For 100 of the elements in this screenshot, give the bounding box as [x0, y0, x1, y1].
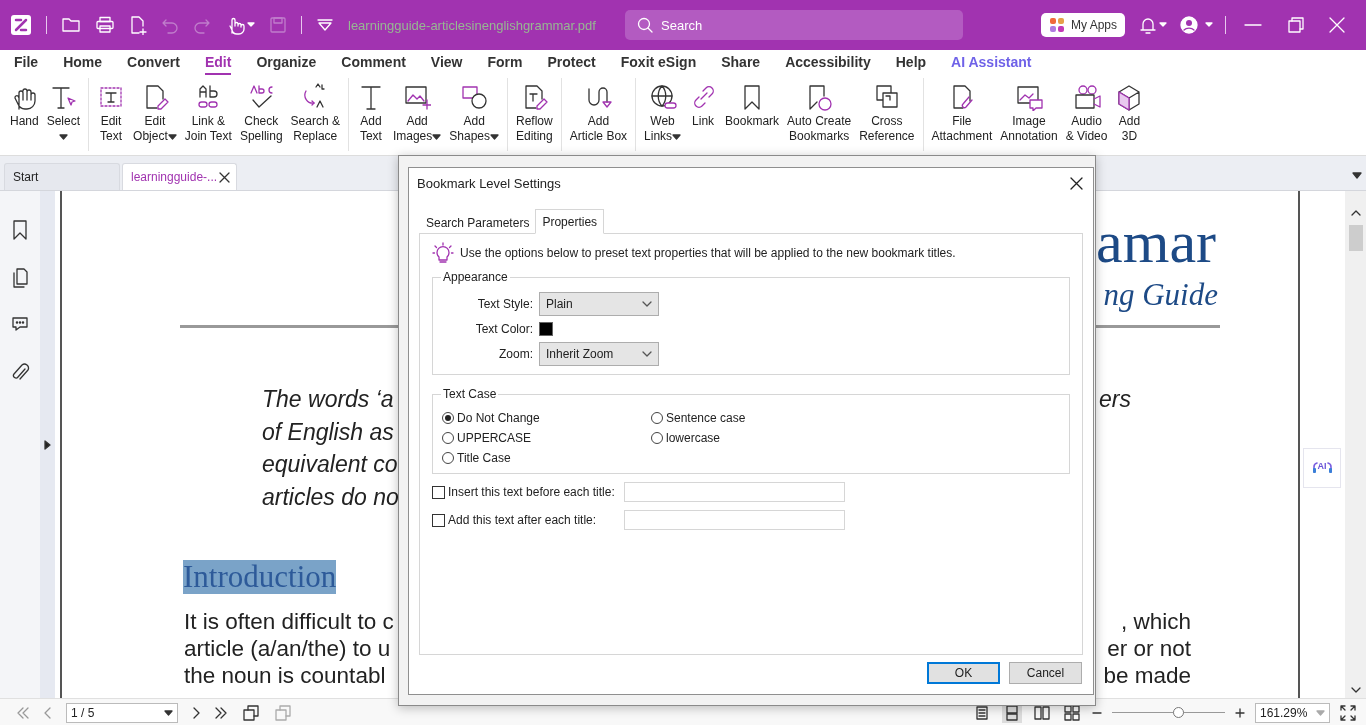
- caret-icon: [1316, 709, 1325, 716]
- fullscreen-icon[interactable]: [1340, 704, 1356, 721]
- checkbox[interactable]: [432, 485, 445, 499]
- bookmark-icon[interactable]: [11, 219, 29, 241]
- dropdown-icon[interactable]: [316, 18, 334, 32]
- previous-page-icon[interactable]: [44, 706, 52, 719]
- tool-button[interactable]: Link: [686, 81, 721, 131]
- field-label: Zoom:: [498, 347, 533, 361]
- zoom-in-icon[interactable]: [1235, 707, 1245, 718]
- continuous-page-icon: [1004, 704, 1020, 721]
- chevron-down-icon: [642, 351, 652, 357]
- text-field[interactable]: [624, 510, 845, 530]
- two-page-icon: [1034, 704, 1050, 721]
- radio-option[interactable]: Do Not Change: [442, 411, 651, 425]
- expand-icon[interactable]: [44, 439, 51, 450]
- menu-tab[interactable]: File: [14, 51, 39, 75]
- user-icon[interactable]: [1179, 15, 1213, 35]
- tool-button[interactable]: File Attachment: [928, 81, 996, 146]
- folder-icon[interactable]: [61, 16, 81, 34]
- tool-button[interactable]: Add Shapes: [446, 81, 502, 146]
- tool-button[interactable]: Add 3D: [1112, 81, 1147, 146]
- menu-tab[interactable]: Organize: [256, 51, 317, 75]
- search-icon: [637, 17, 653, 33]
- tool-button[interactable]: Add Images: [389, 81, 445, 146]
- menu-tab[interactable]: Protect: [547, 51, 596, 75]
- tool-button[interactable]: Link & Join Text: [181, 81, 235, 146]
- tool-button[interactable]: Cross Reference: [856, 81, 918, 146]
- tool-button[interactable]: Hand: [7, 81, 42, 131]
- menu-tab[interactable]: Convert: [127, 51, 180, 75]
- scrollbar[interactable]: [1345, 191, 1366, 698]
- grid-page-icon: [1064, 704, 1080, 721]
- tool-button[interactable]: Edit Object: [130, 81, 180, 146]
- close-icon[interactable]: [219, 171, 230, 183]
- text-line: , which: [1120, 608, 1191, 635]
- tool-button[interactable]: Image Annotation: [997, 81, 1061, 146]
- dialog-button[interactable]: OK: [927, 662, 1000, 684]
- tool-button[interactable]: Add Text: [353, 81, 388, 146]
- chevron-down-icon: [642, 301, 652, 307]
- document-tab[interactable]: learningguide-...: [122, 163, 237, 190]
- hint-text: Use the options below to preset text properties that will be applied to the new bookmark titles.: [460, 246, 956, 260]
- tool-button[interactable]: Search & Replace: [287, 81, 343, 146]
- text-field[interactable]: [624, 482, 845, 502]
- text-line: It is often difficult to c: [184, 608, 394, 635]
- menu-tab[interactable]: Form: [487, 51, 523, 75]
- radio-option[interactable]: UPPERCASE: [442, 431, 651, 445]
- shapes-icon: [460, 83, 489, 111]
- my-apps-button[interactable]: My Apps: [1040, 13, 1125, 37]
- scroll-up-icon[interactable]: [1350, 209, 1361, 217]
- radio-option[interactable]: Sentence case: [651, 411, 1069, 425]
- tool-button[interactable]: Reflow Editing: [513, 81, 556, 146]
- radio-option[interactable]: Title Case: [442, 451, 651, 465]
- field-label: Text Color:: [474, 322, 533, 336]
- text-line: articles do no: [262, 482, 399, 512]
- first-page-icon[interactable]: [16, 706, 30, 719]
- menu-tab[interactable]: Home: [63, 51, 103, 75]
- lightbulb-icon: [432, 242, 454, 264]
- dialog-tab[interactable]: Properties: [535, 209, 605, 234]
- last-page-icon[interactable]: [214, 706, 228, 719]
- dialog-button[interactable]: Cancel: [1009, 662, 1082, 684]
- text-line: equivalent co: [262, 450, 398, 479]
- menu-tab[interactable]: Share: [721, 51, 761, 75]
- tool-button[interactable]: Check Spelling: [236, 81, 286, 146]
- new-file-icon[interactable]: [129, 15, 147, 35]
- page-field[interactable]: 1 / 5: [66, 702, 178, 723]
- field-label: Text Style:: [476, 297, 533, 311]
- menu-tab[interactable]: Foxit eSign: [620, 51, 697, 75]
- menu-tab[interactable]: View: [430, 51, 463, 75]
- tool-button[interactable]: Select: [43, 81, 84, 145]
- radio-option[interactable]: lowercase: [651, 431, 1069, 445]
- menu-tab[interactable]: Accessibility: [785, 51, 871, 75]
- tool-button[interactable]: Bookmark: [722, 81, 783, 131]
- text-line: ers: [1099, 385, 1131, 414]
- tool-button[interactable]: Add Article Box: [566, 81, 631, 146]
- checkbox[interactable]: [432, 513, 445, 527]
- zoom-field[interactable]: 161.29%: [1255, 702, 1330, 723]
- tool-button[interactable]: Web Links: [641, 81, 685, 146]
- tool-button[interactable]: Audio & Video: [1062, 81, 1111, 146]
- image-add-icon: [403, 83, 432, 111]
- ai-assistant-button[interactable]: AI: [1303, 448, 1341, 488]
- next-page-icon[interactable]: [192, 706, 200, 719]
- print-icon[interactable]: [95, 16, 115, 34]
- previous-view-icon[interactable]: [242, 703, 260, 722]
- menu-tab[interactable]: AI Assistant: [951, 51, 1032, 75]
- scroll-thumb[interactable]: [1348, 225, 1363, 251]
- menu-tab[interactable]: Help: [895, 51, 927, 75]
- pages-icon[interactable]: [11, 267, 29, 289]
- close-button[interactable]: [1068, 175, 1085, 192]
- app-logo-icon[interactable]: [10, 14, 32, 36]
- scroll-down-icon[interactable]: [1350, 686, 1361, 694]
- dialog-tab[interactable]: Search Parameters: [420, 212, 536, 233]
- caret-icon[interactable]: [1352, 172, 1362, 179]
- group-title: Text Case: [442, 387, 498, 401]
- document-tab[interactable]: Start: [4, 163, 120, 190]
- tool-button[interactable]: Edit Text: [94, 81, 129, 146]
- search-field[interactable]: Search: [625, 10, 963, 40]
- dropdown[interactable]: Inherit Zoom: [539, 342, 659, 366]
- menu-tab[interactable]: Comment: [341, 51, 406, 75]
- color-swatch[interactable]: [539, 322, 553, 336]
- dropdown[interactable]: Plain: [539, 292, 659, 316]
- tool-button[interactable]: Auto Create Bookmarks: [784, 81, 855, 146]
